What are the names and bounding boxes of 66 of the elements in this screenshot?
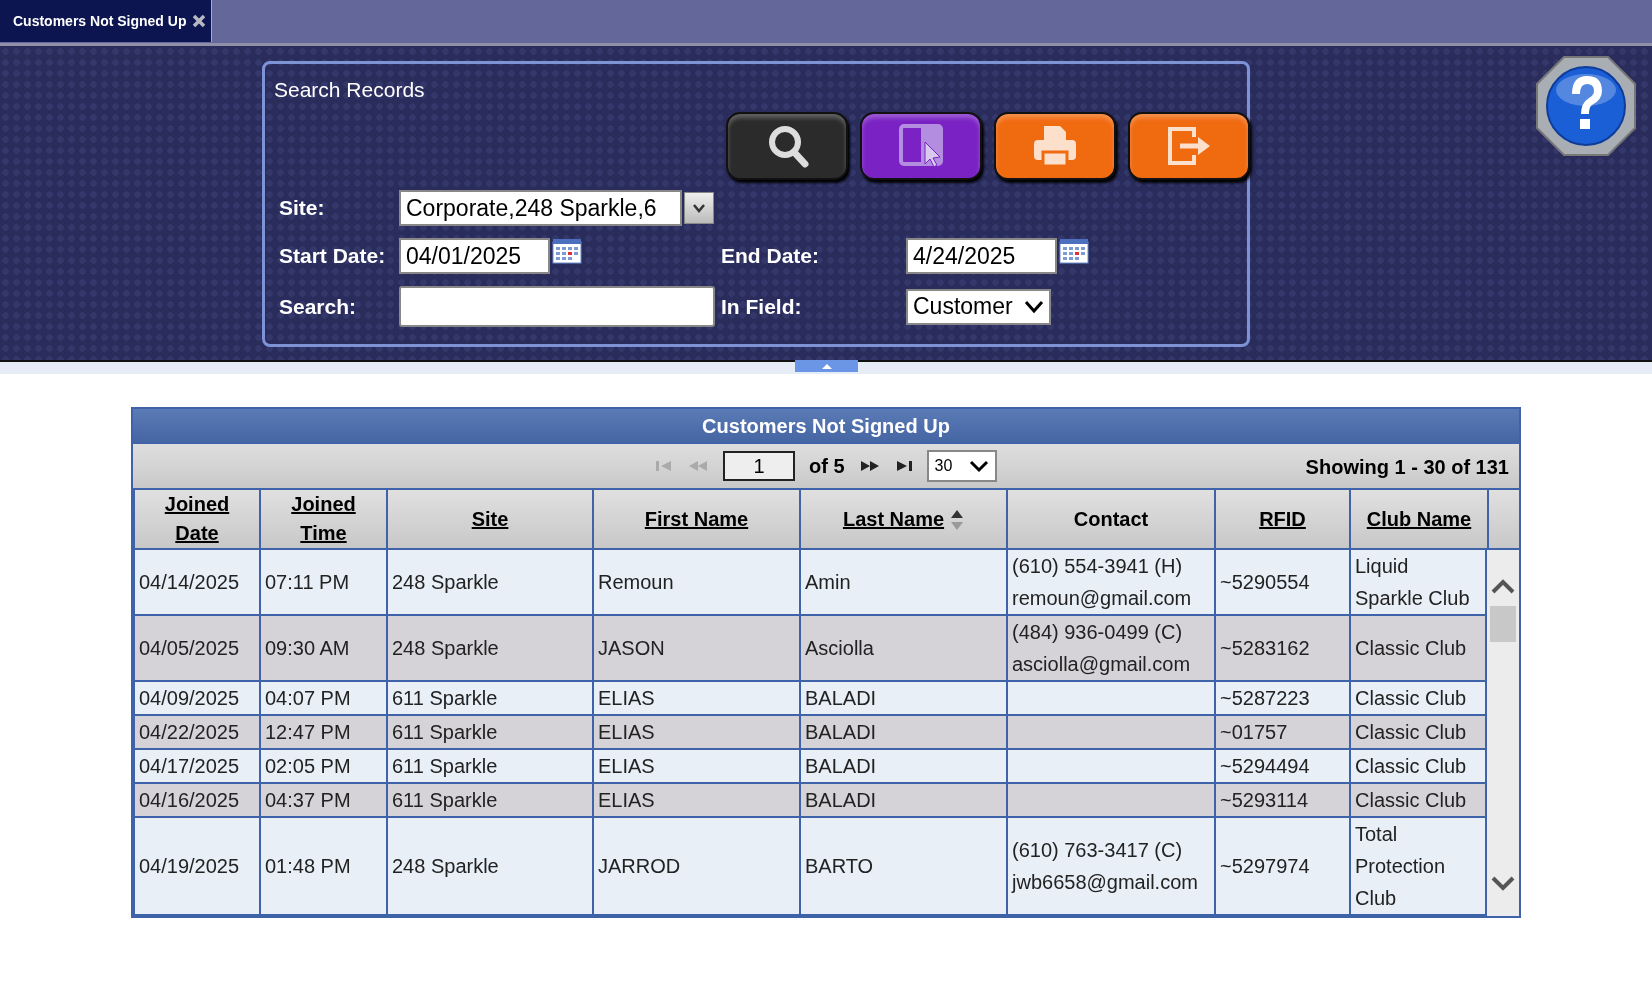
date-field[interactable]: 4/24/2025 — [906, 238, 1057, 274]
page-count: of 5 — [809, 454, 845, 478]
table-row[interactable]: 04/14/2025 07:11 PM 248 Sparkle Remoun Amin (610) 554-3941 (H) remoun@gmail.com ~5290554 Liquid Sparkle Club — [134, 550, 1486, 615]
columns-button[interactable] — [860, 112, 982, 180]
table-row[interactable]: 04/16/2025 04:37 PM 611 Sparkle ELIAS BALADI ~5293114 Classic Club — [134, 783, 1486, 817]
panel-cursor-icon — [897, 122, 945, 170]
table-cell: JARROD — [593, 817, 800, 915]
table-cell: 01:48 PM — [260, 817, 387, 915]
search-button[interactable] — [726, 112, 848, 180]
page-size-dropdown[interactable]: 30 — [926, 450, 997, 482]
table-row[interactable]: 04/17/2025 02:05 PM 611 Sparkle ELIAS BALADI ~5294494 Classic Club — [134, 749, 1486, 783]
table-row[interactable]: 04/05/2025 09:30 AM 248 Sparkle JASON Asciolla (484) 936-0499 (C) asciolla@gmail.com ~5283162 Classic Club — [134, 615, 1486, 681]
email-address: asciolla@gmail.com — [1012, 652, 1192, 677]
record-count: Showing 1 - 30 of 131 — [1305, 456, 1509, 479]
table-row[interactable]: 04/19/2025 01:48 PM 248 Sparkle JARROD BARTO (610) 763-3417 (C) jwb6658@gmail.com ~5297974 Total Protection Club — [134, 817, 1486, 915]
column-header[interactable]: Club Name — [1350, 489, 1488, 549]
field-label: In Field: — [721, 294, 803, 319]
column-header: Contact — [1007, 489, 1215, 549]
scroll-up-icon[interactable] — [1491, 578, 1515, 594]
field-label: End Date: — [721, 244, 820, 268]
email-address: jwb6658@gmail.com — [1012, 870, 1199, 895]
field-label: Site: — [279, 196, 326, 220]
date-field[interactable]: 04/01/2025 — [399, 238, 550, 274]
chevron-down-icon — [692, 203, 706, 213]
print-button[interactable] — [994, 112, 1116, 180]
field-label: Search: — [279, 294, 358, 319]
table-title: Customers Not Signed Up — [133, 409, 1519, 443]
calendar-icon[interactable] — [552, 238, 582, 264]
email-address: remoun@gmail.com — [1012, 586, 1193, 611]
table-row[interactable]: 04/09/2025 04:07 PM 611 Sparkle ELIAS BALADI ~5287223 Classic Club — [134, 681, 1486, 715]
chevron-down-icon — [968, 459, 989, 473]
help-icon[interactable] — [1534, 54, 1638, 158]
collapse-handle[interactable] — [795, 360, 858, 372]
phone-number: (610) 763-3417 (C) — [1012, 838, 1184, 863]
table-cell: BARTO — [800, 817, 1007, 915]
table-row[interactable]: 04/22/2025 12:47 PM 611 Sparkle ELIAS BALADI ~01757 Classic Club — [134, 715, 1486, 749]
column-header[interactable]: Site — [387, 489, 593, 549]
table-cell: 248 Sparkle — [387, 817, 593, 915]
table-cell: 04/19/2025 — [134, 817, 260, 915]
last-page-icon[interactable] — [894, 460, 913, 472]
column-header[interactable]: Last Name — [800, 489, 1007, 549]
chevron-down-icon — [1024, 299, 1044, 314]
phone-number: (610) 554-3941 (H) — [1012, 554, 1184, 579]
column-header[interactable]: RFID — [1215, 489, 1350, 549]
sort-icon[interactable] — [950, 509, 965, 532]
column-header[interactable]: Joined Time — [260, 489, 387, 549]
column-header[interactable]: First Name — [593, 489, 800, 549]
field-label: Start Date: — [279, 244, 387, 268]
column-header[interactable]: Joined Date — [134, 489, 260, 549]
dropdown-button[interactable] — [684, 192, 714, 224]
scroll-down-icon[interactable] — [1491, 876, 1515, 892]
scrollbar[interactable] — [1487, 550, 1521, 916]
panel-title: Search Records — [274, 78, 425, 102]
page-number-field[interactable]: 1 — [723, 451, 795, 481]
triangle-up-icon — [820, 362, 833, 370]
search-field[interactable] — [399, 286, 715, 327]
field-dropdown[interactable]: Customer — [906, 288, 1051, 325]
export-button[interactable] — [1128, 112, 1250, 180]
calendar-icon[interactable] — [1059, 238, 1089, 264]
scroll-thumb[interactable] — [1490, 606, 1516, 642]
close-icon[interactable] — [192, 14, 207, 28]
tab[interactable]: Customers Not Signed Up — [0, 0, 213, 42]
next-page-icon[interactable] — [858, 460, 881, 472]
site-dropdown[interactable]: Corporate,248 Sparkle,6 — [399, 190, 682, 226]
table-cell: ~5297974 — [1215, 817, 1350, 915]
phone-number: (484) 936-0499 (C) — [1012, 620, 1184, 645]
